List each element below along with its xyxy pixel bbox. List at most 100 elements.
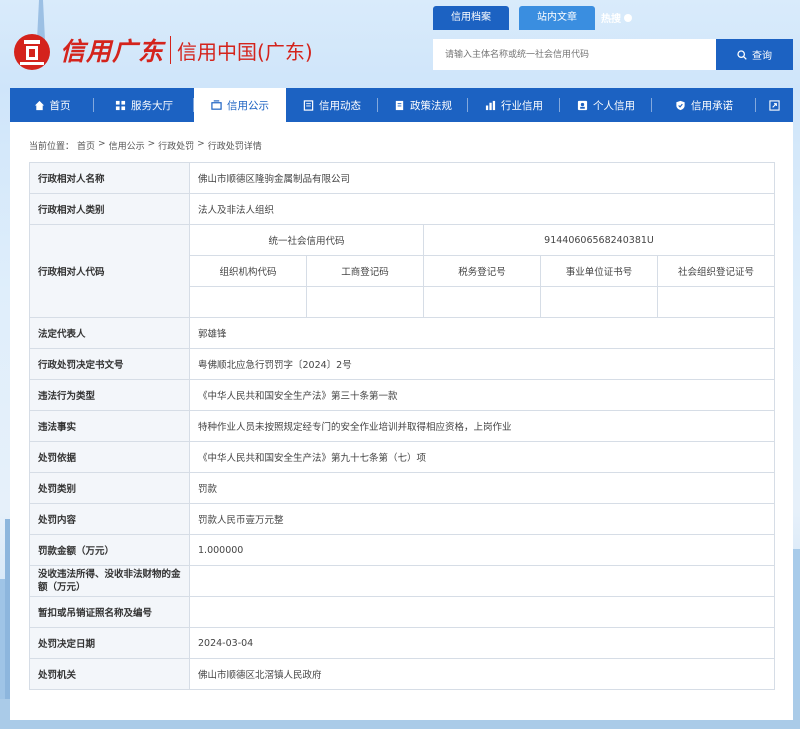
search-bar: 查询 <box>433 39 793 70</box>
search-button-label: 查询 <box>752 51 772 62</box>
table-row: 行政相对人类别 法人及非法人组织 <box>29 193 776 225</box>
row-label: 罚款金额（万元） <box>29 534 190 566</box>
tab-credit-archive[interactable]: 信用档案 <box>433 6 509 30</box>
hot-search-link[interactable]: 热搜 <box>601 10 632 25</box>
nav-label: 信用动态 <box>319 99 361 112</box>
nav-label: 政策法规 <box>410 99 452 112</box>
subject-type-value: 法人及非法人组织 <box>188 193 776 225</box>
code-header: 事业单位证书号 <box>540 255 658 287</box>
table-row: 没收违法所得、没收非法财物的金额（万元） <box>29 565 776 597</box>
nav-policy[interactable]: 政策法规 <box>378 88 468 122</box>
row-label: 处罚机关 <box>29 658 190 690</box>
table-row: 处罚内容 罚款人民币壹万元整 <box>29 503 776 535</box>
basis-value: 《中华人民共和国安全生产法》第九十七条第（七）项 <box>188 441 776 473</box>
nav-home[interactable]: 首页 <box>10 88 94 122</box>
code-header: 税务登记号 <box>423 255 541 287</box>
row-label: 行政处罚决定书文号 <box>29 348 190 380</box>
authority-value: 佛山市顺德区北滘镇人民政府 <box>188 658 776 690</box>
table-row: 违法事实 特种作业人员未按照规定经专门的安全作业培训并取得相应资格，上岗作业 <box>29 410 776 442</box>
breadcrumb-admin-penalty[interactable]: 行政处罚 <box>158 139 194 152</box>
nav-service-hall[interactable]: 服务大厅 <box>94 88 194 122</box>
nav-credit-commitment[interactable]: 信用承诺 <box>652 88 756 122</box>
facts-value: 特种作业人员未按照规定经专门的安全作业培训并取得相应资格，上岗作业 <box>188 410 776 442</box>
breadcrumb-prefix: 当前位置： <box>29 142 75 152</box>
category-value: 罚款 <box>188 472 776 504</box>
nav-industry-credit[interactable]: 行业信用 <box>468 88 560 122</box>
row-label: 违法事实 <box>29 410 190 442</box>
code-value <box>540 286 658 318</box>
code-header: 工商登记码 <box>306 255 424 287</box>
shield-icon <box>676 100 685 110</box>
table-row: 处罚依据 《中华人民共和国安全生产法》第九十七条第（七）项 <box>29 441 776 473</box>
home-icon <box>34 100 44 110</box>
nav-credit-news[interactable]: 信用动态 <box>286 88 378 122</box>
hot-indicator-icon <box>624 13 632 22</box>
credit-logo-icon <box>14 34 50 70</box>
logo-subtitle: 信用中国(广东) <box>177 39 313 64</box>
logo-divider <box>170 36 172 64</box>
expand-icon <box>769 99 780 111</box>
nav-credit-publicity[interactable]: 信用公示 <box>194 88 286 122</box>
main-nav: 首页 服务大厅 信用公示 信用动态 政策法规 行业信用 个人信用 信用承诺 <box>10 88 793 122</box>
search-input[interactable] <box>433 39 716 70</box>
violation-type-value: 《中华人民共和国安全生产法》第三十条第一款 <box>188 379 776 411</box>
code-value <box>306 286 424 318</box>
row-label: 处罚依据 <box>29 441 190 473</box>
hot-search-label: 热搜 <box>601 14 621 25</box>
table-row: 处罚类别 罚款 <box>29 472 776 504</box>
notice-icon <box>211 99 222 110</box>
tab-site-articles[interactable]: 站内文章 <box>519 6 595 30</box>
license-value <box>188 596 776 628</box>
row-label: 没收违法所得、没收非法财物的金额（万元） <box>29 565 190 597</box>
nav-label: 个人信用 <box>593 99 635 112</box>
row-label: 处罚类别 <box>29 472 190 504</box>
table-row: 违法行为类型 《中华人民共和国安全生产法》第三十条第一款 <box>29 379 776 411</box>
row-label: 违法行为类型 <box>29 379 190 411</box>
table-row: 行政处罚决定书文号 粤佛顺北应急行罚罚字〔2024〕2号 <box>29 348 776 380</box>
top-tabs: 信用档案 站内文章 <box>433 6 595 30</box>
content-value: 罚款人民币壹万元整 <box>188 503 776 535</box>
uscc-header: 统一社会信用代码 <box>189 224 424 256</box>
table-row: 行政相对人代码 统一社会信用代码 91440606568240381U <box>29 224 776 318</box>
nav-label: 服务大厅 <box>131 99 173 112</box>
nav-personal-credit[interactable]: 个人信用 <box>560 88 652 122</box>
breadcrumb-home[interactable]: 首页 <box>77 139 95 152</box>
content-panel: 当前位置： 首页 > 信用公示 > 行政处罚 > 行政处罚详情 行政相对人名称 … <box>10 122 793 720</box>
code-value <box>656 286 776 318</box>
table-row: 行政相对人名称 佛山市顺德区隆驹金属制品有限公司 <box>29 162 776 194</box>
row-label: 处罚内容 <box>29 503 190 535</box>
site-logo[interactable]: 信用广东 信用中国(广东) <box>10 28 313 72</box>
nav-label: 行业信用 <box>501 99 543 112</box>
penalty-detail-table: 行政相对人名称 佛山市顺德区隆驹金属制品有限公司 行政相对人类别 法人及非法人组… <box>29 162 776 690</box>
grid-icon <box>115 100 126 110</box>
site-header: 信用广东 信用中国(广东) 信用档案 站内文章 热搜 查询 <box>0 0 800 88</box>
table-row: 罚款金额（万元） 1.000000 <box>29 534 776 566</box>
code-value <box>423 286 541 318</box>
logo-title: 信用广东 <box>60 37 165 66</box>
row-label: 行政相对人名称 <box>29 162 190 194</box>
code-value <box>189 286 307 318</box>
row-label: 行政相对人类别 <box>29 193 190 225</box>
row-label: 法定代表人 <box>29 317 190 349</box>
breadcrumb-credit-publicity[interactable]: 信用公示 <box>109 139 145 152</box>
legal-rep-value: 郭雄锋 <box>188 317 776 349</box>
nav-expand[interactable] <box>756 88 793 122</box>
table-row: 暂扣或吊销证照名称及编号 <box>29 596 776 628</box>
row-label: 行政相对人代码 <box>29 224 190 318</box>
breadcrumb-separator: > <box>147 139 156 149</box>
date-value: 2024-03-04 <box>188 627 776 659</box>
search-icon <box>737 49 747 60</box>
chart-icon <box>485 100 496 110</box>
news-icon <box>303 99 314 111</box>
search-button[interactable]: 查询 <box>716 39 793 70</box>
table-row: 法定代表人 郭雄锋 <box>29 317 776 349</box>
nav-label: 信用公示 <box>227 99 269 112</box>
breadcrumb: 当前位置： 首页 > 信用公示 > 行政处罚 > 行政处罚详情 <box>29 139 262 152</box>
table-row: 处罚机关 佛山市顺德区北滘镇人民政府 <box>29 658 776 690</box>
document-icon <box>395 100 404 110</box>
nav-label: 信用承诺 <box>691 99 733 112</box>
doc-no-value: 粤佛顺北应急行罚罚字〔2024〕2号 <box>188 348 776 380</box>
code-header: 社会组织登记证号 <box>656 255 776 287</box>
breadcrumb-separator: > <box>98 139 106 149</box>
code-header: 组织机构代码 <box>189 255 307 287</box>
